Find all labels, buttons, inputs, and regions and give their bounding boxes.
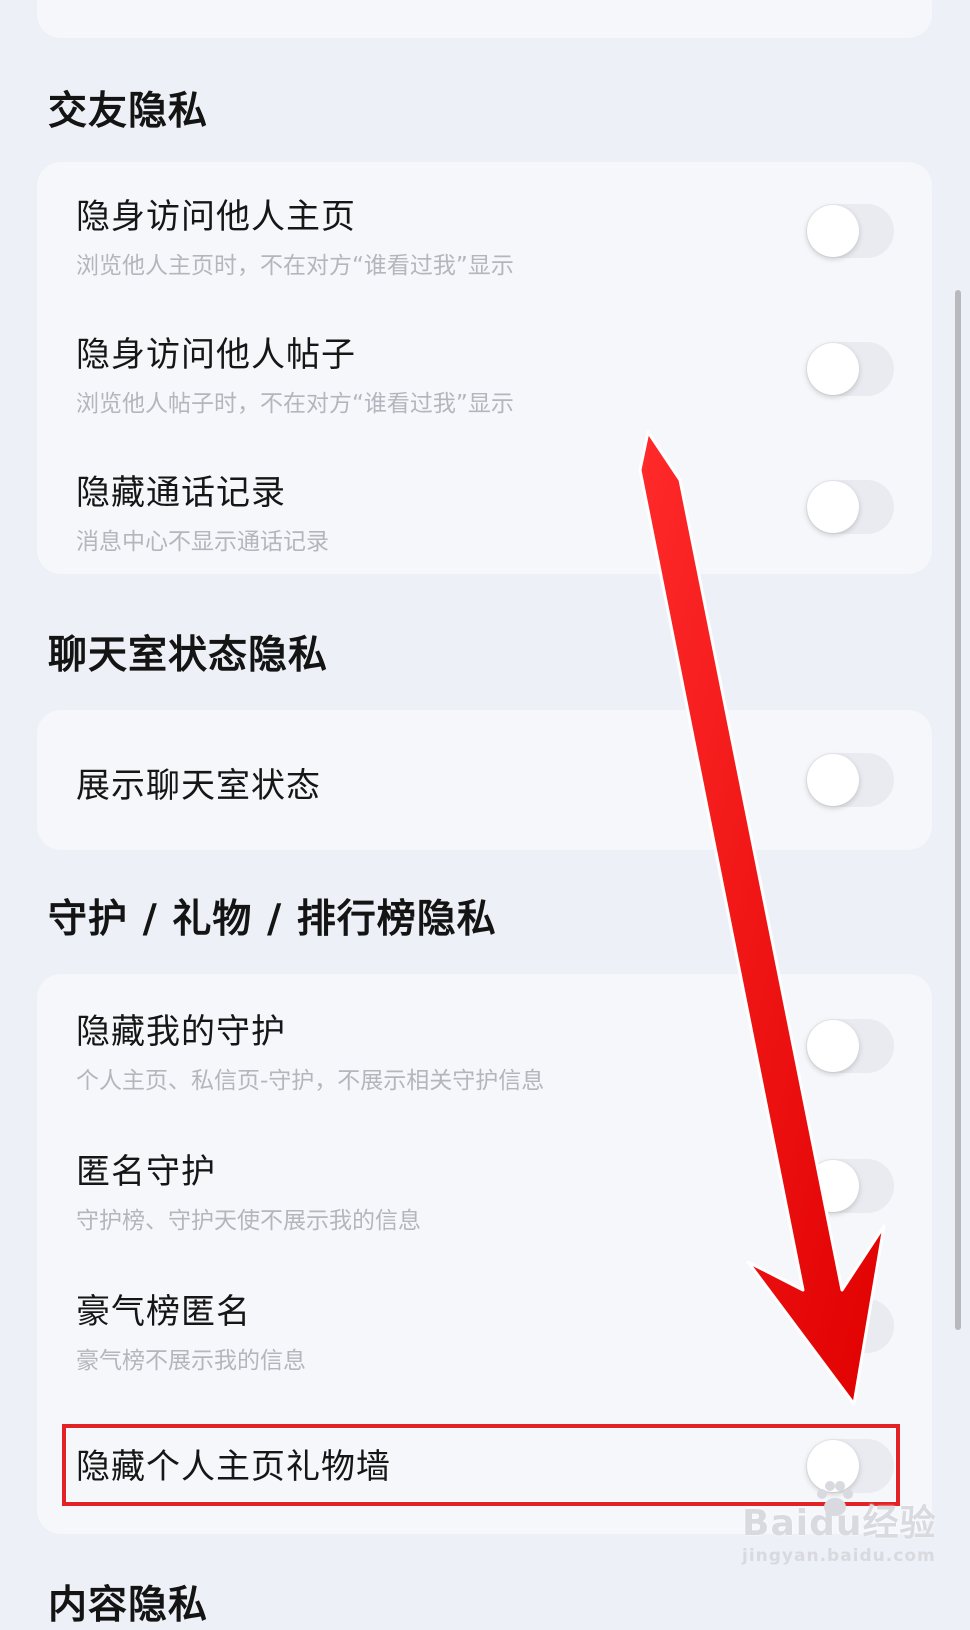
paw-icon bbox=[817, 1481, 853, 1516]
watermark: Baidu经验 jingyan.baidu.com bbox=[742, 1481, 936, 1566]
annotation-arrow-icon bbox=[638, 430, 886, 1406]
scrollbar[interactable] bbox=[955, 290, 961, 1330]
watermark-url: jingyan.baidu.com bbox=[742, 1546, 936, 1566]
